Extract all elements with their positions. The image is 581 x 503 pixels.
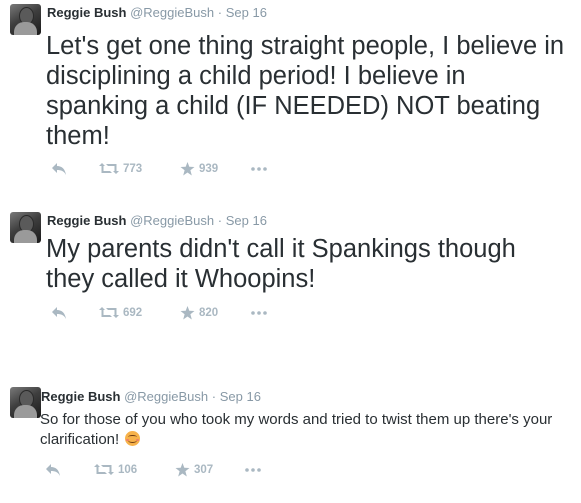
tweet-text-container: So for those of you who took my words an…	[40, 410, 570, 450]
author-handle[interactable]: @ReggieBush	[130, 5, 214, 20]
reply-button[interactable]	[51, 162, 67, 176]
more-dots-icon	[245, 468, 261, 472]
reply-arrow-icon	[52, 307, 66, 319]
author-name[interactable]: Reggie Bush	[41, 389, 120, 404]
avatar[interactable]	[10, 387, 41, 418]
tweet-date[interactable]: Sep 16	[226, 213, 267, 228]
tweet[interactable]: Reggie Bush @ReggieBush · Sep 16 Let's g…	[0, 0, 581, 195]
separator: ·	[217, 213, 223, 228]
avatar[interactable]	[10, 4, 41, 35]
retweet-count: 773	[123, 162, 143, 175]
retweet-icon	[94, 464, 114, 475]
reply-arrow-icon	[52, 163, 66, 175]
tweet[interactable]: Reggie Bush @ReggieBush · Sep 16 So for …	[0, 380, 581, 503]
author-name[interactable]: Reggie Bush	[47, 5, 126, 20]
tweet[interactable]: Reggie Bush @ReggieBush · Sep 16 My pare…	[0, 200, 581, 330]
retweet-count: 106	[118, 463, 138, 476]
retweet-button[interactable]: 692	[99, 306, 142, 319]
star-icon	[180, 162, 195, 176]
favorite-count: 307	[194, 464, 214, 476]
more-button[interactable]	[251, 167, 267, 171]
tweet-date[interactable]: Sep 16	[220, 389, 261, 404]
retweet-icon	[99, 163, 119, 174]
tweet-header: Reggie Bush @ReggieBush · Sep 16	[47, 5, 267, 21]
reply-button[interactable]	[45, 463, 61, 477]
tweet-date[interactable]: Sep 16	[226, 5, 267, 20]
separator: ·	[211, 389, 217, 404]
star-icon	[180, 306, 195, 320]
retweet-count: 692	[123, 306, 143, 319]
tweet-text: My parents didn't call it Spankings thou…	[46, 235, 516, 293]
separator: ·	[217, 5, 223, 20]
favorite-button[interactable]: 307	[175, 463, 213, 477]
tweet-actions: 106 307	[0, 463, 581, 479]
more-dots-icon	[251, 167, 267, 171]
star-icon	[175, 463, 190, 477]
tweet-actions: 692 820	[0, 306, 581, 322]
more-dots-icon	[251, 311, 267, 315]
favorite-button[interactable]: 939	[180, 162, 218, 176]
tweet-text: Let's get one thing straight people, I b…	[46, 32, 565, 150]
author-name[interactable]: Reggie Bush	[47, 213, 126, 228]
reply-button[interactable]	[51, 306, 67, 320]
tweet-text: So for those of you who took my words an…	[40, 411, 553, 448]
retweet-button[interactable]: 106	[94, 463, 137, 476]
favorite-button[interactable]: 820	[180, 306, 218, 320]
avatar[interactable]	[10, 212, 41, 243]
author-handle[interactable]: @ReggieBush	[130, 213, 214, 228]
more-button[interactable]	[245, 468, 261, 472]
favorite-count: 939	[199, 163, 219, 175]
tweet-actions: 773 939	[0, 162, 581, 178]
tweet-header: Reggie Bush @ReggieBush · Sep 16	[41, 389, 261, 405]
more-button[interactable]	[251, 311, 267, 315]
retweet-icon	[99, 307, 119, 318]
reply-arrow-icon	[46, 464, 60, 476]
blush-emoji-icon	[125, 431, 141, 446]
author-handle[interactable]: @ReggieBush	[124, 389, 208, 404]
favorite-count: 820	[199, 307, 219, 319]
retweet-button[interactable]: 773	[99, 162, 142, 175]
tweet-header: Reggie Bush @ReggieBush · Sep 16	[47, 213, 267, 229]
